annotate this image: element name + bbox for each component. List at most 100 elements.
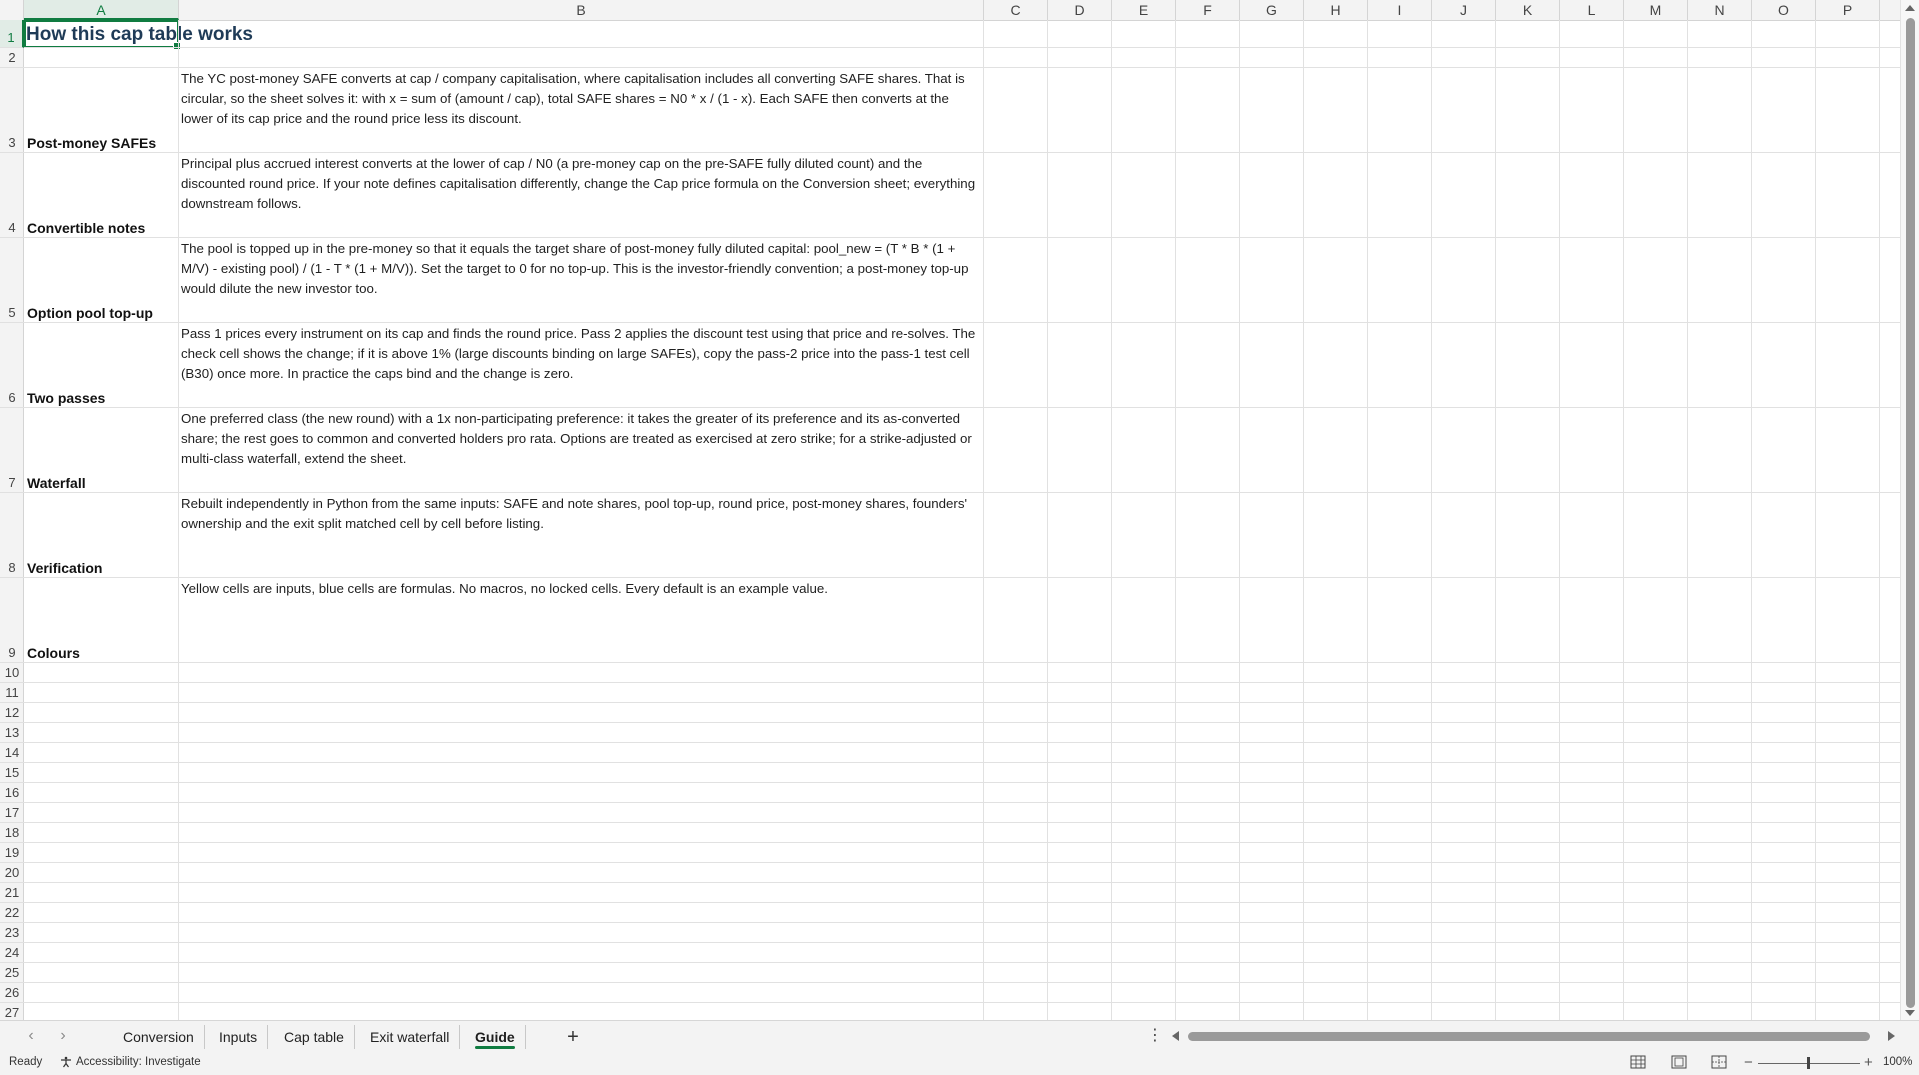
column-header-j[interactable]: J	[1432, 0, 1496, 20]
row-header-25[interactable]: 25	[0, 963, 24, 983]
page-break-preview-icon[interactable]	[1711, 1055, 1727, 1069]
row-header-16[interactable]: 16	[0, 783, 24, 803]
grid-row-line	[24, 702, 1900, 703]
row-header-14[interactable]: 14	[0, 743, 24, 763]
column-header-o[interactable]: O	[1752, 0, 1816, 20]
row-header-21[interactable]: 21	[0, 883, 24, 903]
next-sheet-icon[interactable]: ›	[54, 1027, 72, 1045]
row-header-23[interactable]: 23	[0, 923, 24, 943]
add-sheet-icon[interactable]: +	[562, 1026, 584, 1048]
horizontal-scrollbar[interactable]	[1168, 1028, 1900, 1044]
row-header-11[interactable]: 11	[0, 683, 24, 703]
section-label: Colours	[27, 645, 80, 661]
grid-column-line	[1239, 20, 1240, 1020]
row-header-2[interactable]: 2	[0, 48, 24, 68]
vertical-scrollbar[interactable]	[1900, 0, 1919, 1020]
more-options-icon[interactable]: ⋮	[1147, 1027, 1163, 1045]
grid-column-line	[1047, 20, 1048, 1020]
grid-column-line	[983, 20, 984, 1020]
section-text: One preferred class (the new round) with…	[181, 411, 972, 466]
section-label: Waterfall	[27, 475, 86, 491]
row-header-24[interactable]: 24	[0, 943, 24, 963]
grid-column-line	[1111, 20, 1112, 1020]
grid-column-line	[1687, 20, 1688, 1020]
page-layout-icon[interactable]	[1671, 1055, 1687, 1069]
row-header-4[interactable]: 4	[0, 153, 24, 238]
zoom-slider-thumb[interactable]	[1807, 1057, 1810, 1069]
grid-row-line	[24, 742, 1900, 743]
section-label: Two passes	[27, 390, 106, 406]
grid-row-line	[24, 962, 1900, 963]
column-header-n[interactable]: N	[1688, 0, 1752, 20]
tab-guide[interactable]: Guide	[465, 1025, 526, 1049]
scroll-up-icon[interactable]	[1905, 5, 1915, 11]
row-header-22[interactable]: 22	[0, 903, 24, 923]
grid-column-line	[1751, 20, 1752, 1020]
zoom-level[interactable]: 100%	[1883, 1056, 1912, 1068]
grid-row-line	[24, 322, 1900, 323]
column-header-h[interactable]: H	[1304, 0, 1368, 20]
horizontal-scroll-thumb[interactable]	[1188, 1032, 1870, 1041]
section-text: The pool is topped up in the pre-money s…	[181, 241, 969, 296]
section-text: Principal plus accrued interest converts…	[181, 156, 976, 211]
accessibility-label: Accessibility: Investigate	[76, 1056, 201, 1068]
grid-row-line	[24, 882, 1900, 883]
row-header-18[interactable]: 18	[0, 823, 24, 843]
column-header-e[interactable]: E	[1112, 0, 1176, 20]
column-header-a[interactable]: A	[24, 0, 179, 20]
prev-sheet-icon[interactable]: ‹	[22, 1027, 40, 1045]
zoom-out-button[interactable]: −	[1744, 1054, 1753, 1071]
scroll-down-icon[interactable]	[1905, 1010, 1915, 1016]
grid-column-line	[1559, 20, 1560, 1020]
row-header-6[interactable]: 6	[0, 323, 24, 408]
row-header-13[interactable]: 13	[0, 723, 24, 743]
grid-row-line	[24, 662, 1900, 663]
column-header-i[interactable]: I	[1368, 0, 1432, 20]
column-header-c[interactable]: C	[984, 0, 1048, 20]
row-header-7[interactable]: 7	[0, 408, 24, 493]
row-header-12[interactable]: 12	[0, 703, 24, 723]
row-header-10[interactable]: 10	[0, 663, 24, 683]
row-header-26[interactable]: 26	[0, 983, 24, 1003]
row-header-8[interactable]: 8	[0, 493, 24, 578]
grid-column-line	[178, 20, 179, 1020]
tab-conversion[interactable]: Conversion	[113, 1025, 205, 1049]
grid-row-line	[24, 782, 1900, 783]
row-header-3[interactable]: 3	[0, 68, 24, 153]
scroll-right-icon[interactable]	[1888, 1031, 1895, 1041]
row-header-5[interactable]: 5	[0, 238, 24, 323]
column-header-b[interactable]: B	[179, 0, 984, 20]
row-header-20[interactable]: 20	[0, 863, 24, 883]
row-header-1[interactable]: 1	[0, 20, 24, 48]
grid-row-line	[24, 822, 1900, 823]
tab-exit-waterfall[interactable]: Exit waterfall	[360, 1025, 461, 1049]
column-header-d[interactable]: D	[1048, 0, 1112, 20]
column-header-k[interactable]: K	[1496, 0, 1560, 20]
section-label: Option pool top-up	[27, 305, 153, 321]
grid-column-line	[1879, 20, 1880, 1020]
column-header-m[interactable]: M	[1624, 0, 1688, 20]
status-ready: Ready	[9, 1056, 43, 1068]
row-header-15[interactable]: 15	[0, 763, 24, 783]
grid-row-line	[24, 802, 1900, 803]
scroll-left-icon[interactable]	[1172, 1031, 1179, 1041]
column-header-f[interactable]: F	[1176, 0, 1240, 20]
tab-inputs[interactable]: Inputs	[209, 1025, 269, 1049]
grid-row-line	[24, 1002, 1900, 1003]
vertical-scroll-thumb[interactable]	[1906, 18, 1915, 1008]
row-header-19[interactable]: 19	[0, 843, 24, 863]
normal-view-icon[interactable]	[1630, 1055, 1646, 1069]
column-header-g[interactable]: G	[1240, 0, 1304, 20]
section-text: Yellow cells are inputs, blue cells are …	[181, 581, 828, 596]
accessibility-button[interactable]: Accessibility: Investigate	[60, 1056, 201, 1068]
column-header-p[interactable]: P	[1816, 0, 1880, 20]
row-header-9[interactable]: 9	[0, 578, 24, 663]
accessibility-icon	[61, 1056, 71, 1068]
row-header-17[interactable]: 17	[0, 803, 24, 823]
sheet-grid[interactable]: How this cap table works Post-money SAFE…	[24, 20, 1900, 1020]
grid-column-line	[1815, 20, 1816, 1020]
zoom-in-button[interactable]: +	[1864, 1054, 1873, 1071]
column-header-l[interactable]: L	[1560, 0, 1624, 20]
tab-cap-table[interactable]: Cap table	[274, 1025, 355, 1049]
select-all-corner[interactable]	[0, 0, 24, 20]
